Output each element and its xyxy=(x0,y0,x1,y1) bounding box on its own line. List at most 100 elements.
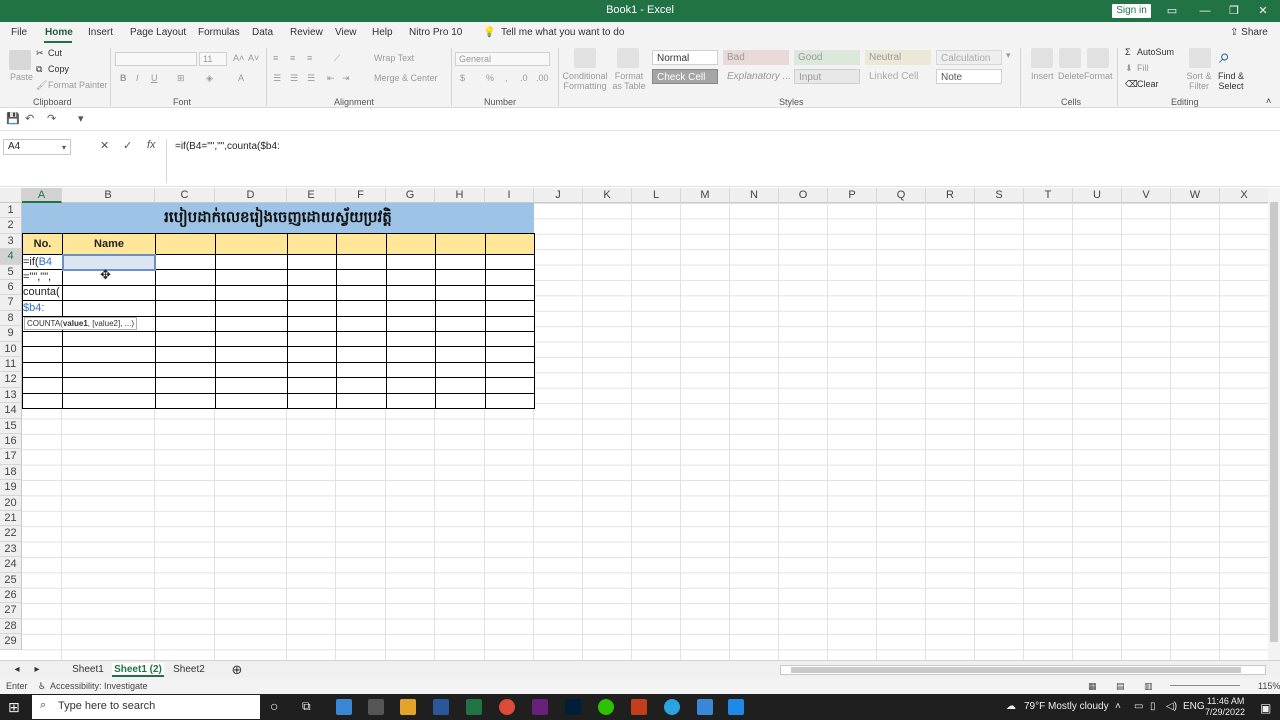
style-linked-cell[interactable]: Linked Cell xyxy=(865,69,931,84)
row-header-4[interactable]: 4 xyxy=(0,249,22,265)
conditional-formatting-button[interactable]: Conditional Formatting xyxy=(562,71,608,91)
table-cell[interactable] xyxy=(435,392,486,409)
row-header-22[interactable]: 22 xyxy=(0,526,22,542)
table-cell[interactable] xyxy=(22,346,63,363)
header-cell-d[interactable] xyxy=(215,233,288,255)
column-header-v[interactable]: V xyxy=(1122,188,1171,203)
style-calculation[interactable]: Calculation xyxy=(936,50,1002,65)
bold-icon[interactable]: B xyxy=(120,73,127,83)
table-cell[interactable] xyxy=(485,377,535,394)
battery-icon[interactable]: ▯ xyxy=(1150,701,1156,712)
header-cell-g[interactable] xyxy=(386,233,436,255)
taskbar-app-icon[interactable] xyxy=(697,699,713,715)
title-banner[interactable]: របៀបដាក់លេខរៀងចេញដោយស្វ័យប្រវត្តិ xyxy=(22,203,534,233)
table-cell[interactable] xyxy=(485,315,535,332)
row-header-27[interactable]: 27 xyxy=(0,603,22,619)
font-color-icon[interactable]: A xyxy=(238,73,244,83)
merge-center-button[interactable]: Merge & Center xyxy=(374,73,438,83)
percent-icon[interactable]: % xyxy=(486,73,494,83)
table-cell[interactable] xyxy=(435,284,486,302)
add-sheet-icon[interactable]: ⊕ xyxy=(228,663,246,677)
table-cell[interactable] xyxy=(336,346,387,363)
row-header-29[interactable]: 29 xyxy=(0,634,22,650)
visual-studio-icon[interactable] xyxy=(532,699,548,715)
wechat-icon[interactable] xyxy=(598,699,614,715)
row-header-13[interactable]: 13 xyxy=(0,387,22,404)
copy-icon[interactable]: ⧉ xyxy=(36,64,42,75)
table-cell[interactable] xyxy=(155,315,216,332)
enter-icon[interactable]: ✓ xyxy=(123,139,132,152)
table-cell[interactable] xyxy=(287,331,337,348)
format-cells-icon[interactable] xyxy=(1087,48,1109,68)
style-good[interactable]: Good xyxy=(794,50,860,65)
row-header-26[interactable]: 26 xyxy=(0,588,22,604)
format-as-table-icon[interactable] xyxy=(617,48,639,68)
table-cell[interactable] xyxy=(62,346,156,363)
name-box-dropdown-icon[interactable]: ▾ xyxy=(62,143,66,152)
format-cells-button[interactable]: Format xyxy=(1084,71,1113,81)
column-header-l[interactable]: L xyxy=(632,188,681,203)
table-cell[interactable] xyxy=(62,300,156,317)
shrink-font-icon[interactable]: A˅ xyxy=(248,53,259,63)
undo-icon[interactable]: ↶ xyxy=(25,112,34,125)
row-header-24[interactable]: 24 xyxy=(0,557,22,573)
row-header-7[interactable]: 7 xyxy=(0,295,22,311)
table-cell[interactable] xyxy=(336,315,387,332)
table-cell[interactable] xyxy=(215,331,288,348)
table-cell[interactable] xyxy=(215,377,288,394)
sheet-tab-sheet1-2[interactable]: Sheet1 (2) xyxy=(112,663,164,677)
table-cell[interactable] xyxy=(155,300,216,317)
select-all-corner[interactable] xyxy=(0,188,22,203)
find-select-button[interactable]: Find & Select xyxy=(1215,71,1247,91)
row-header-28[interactable]: 28 xyxy=(0,618,22,635)
column-header-u[interactable]: U xyxy=(1073,188,1122,203)
column-header-i[interactable]: I xyxy=(485,188,534,203)
row-header-17[interactable]: 17 xyxy=(0,449,22,465)
table-cell[interactable] xyxy=(287,300,337,317)
row-header-18[interactable]: 18 xyxy=(0,464,22,481)
normal-view-icon[interactable]: ▦ xyxy=(1088,681,1097,692)
table-cell[interactable] xyxy=(485,254,535,271)
font-size-select[interactable]: 11 xyxy=(199,52,227,66)
cut-icon[interactable]: ✂ xyxy=(36,48,44,59)
tab-review[interactable]: Review xyxy=(290,27,323,38)
tab-help[interactable]: Help xyxy=(372,27,393,38)
zoom-level[interactable]: 115% xyxy=(1258,681,1280,691)
table-cell[interactable] xyxy=(336,377,387,394)
table-cell[interactable] xyxy=(215,300,288,317)
share-button[interactable]: ⇪ Share xyxy=(1230,27,1268,38)
increase-indent-icon[interactable]: ⇥ xyxy=(342,73,350,84)
style-input[interactable]: Input xyxy=(794,69,860,84)
table-cell[interactable] xyxy=(62,331,156,348)
table-cell[interactable] xyxy=(155,377,216,394)
column-header-w[interactable]: W xyxy=(1171,188,1220,203)
volume-icon[interactable]: ◁) xyxy=(1166,701,1177,712)
row-header-9[interactable]: 9 xyxy=(0,326,22,342)
row-header-5[interactable]: 5 xyxy=(0,264,22,280)
column-header-h[interactable]: H xyxy=(435,188,485,203)
row-header-23[interactable]: 23 xyxy=(0,541,22,558)
cortana-icon[interactable]: ○ xyxy=(270,698,278,714)
collapse-ribbon-icon[interactable]: ˄ xyxy=(1266,96,1271,106)
table-cell[interactable] xyxy=(287,361,337,379)
format-painter-button[interactable]: Format Painter xyxy=(48,80,108,90)
row-header-16[interactable]: 16 xyxy=(0,434,22,450)
table-cell[interactable] xyxy=(155,284,216,302)
table-cell[interactable] xyxy=(215,361,288,379)
zoom-slider[interactable] xyxy=(1170,685,1240,686)
table-cell[interactable] xyxy=(215,392,288,409)
tray-expand-icon[interactable]: ˄ xyxy=(1115,701,1121,712)
table-cell[interactable] xyxy=(386,300,436,317)
autosum-icon[interactable]: Σ xyxy=(1125,47,1131,57)
delete-cells-icon[interactable] xyxy=(1059,48,1081,68)
clear-button[interactable]: Clear xyxy=(1137,79,1159,89)
align-bottom-icon[interactable]: ≡ xyxy=(307,53,312,63)
sort-filter-icon[interactable] xyxy=(1189,48,1211,68)
accounting-icon[interactable]: $ xyxy=(460,73,465,83)
tab-page-layout[interactable]: Page Layout xyxy=(130,27,186,38)
table-cell[interactable] xyxy=(485,331,535,348)
copy-button[interactable]: Copy xyxy=(48,64,69,74)
italic-icon[interactable]: I xyxy=(136,73,139,83)
style-normal[interactable]: Normal xyxy=(652,50,718,65)
windows-start-icon[interactable]: ⊞ xyxy=(8,699,20,716)
